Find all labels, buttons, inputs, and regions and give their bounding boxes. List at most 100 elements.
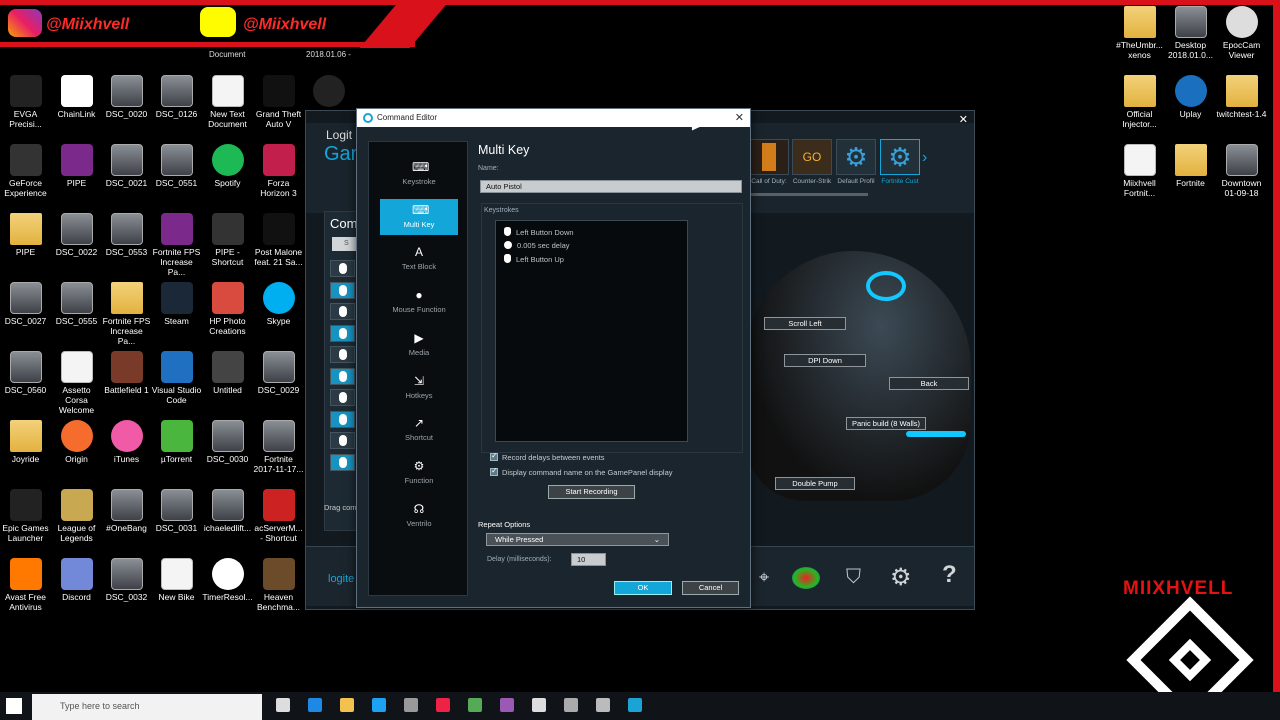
command-row[interactable] [330,324,355,342]
checkbox-checked[interactable] [490,466,498,476]
command-row[interactable] [330,260,355,277]
close-icon[interactable]: ✕ [735,109,744,127]
desktop-icon[interactable]: Downtown 01-09-18 [1216,144,1267,212]
command-row[interactable] [330,367,355,385]
help-icon[interactable]: ? [942,561,957,589]
taskbar-app-icon[interactable] [340,698,354,712]
taskbar-app-icon[interactable] [308,698,322,712]
desktop-icon[interactable]: Battlefield 1 [101,351,152,419]
desktop-icon[interactable]: DSC_0551 [151,144,202,212]
desktop-icon[interactable]: #TheUmbr... xenos [1114,6,1165,74]
desktop-icon[interactable]: DSC_0032 [101,558,152,626]
repeat-select[interactable]: While Pressed ⌄ [486,533,669,546]
desktop-icon[interactable]: PIPE [0,213,51,281]
desktop-icon[interactable]: ChainLink [51,75,102,143]
desktop-icon[interactable]: Desktop 2018.01.0... [1165,6,1216,74]
taskbar-app-icon[interactable] [436,698,450,712]
sidebar-item-multi-key[interactable]: ⌨ Multi Key [380,198,458,235]
desktop-icon[interactable]: DSC_0560 [0,351,51,419]
taskbar-app-icon[interactable] [532,698,546,712]
desktop-icon[interactable]: DSC_0031 [151,489,202,557]
keystroke-row[interactable]: 0.005 sec delay [504,240,570,250]
keystrokes-list[interactable]: Left Button Down 0.005 sec delay Left Butt… [495,220,688,442]
command-row[interactable] [330,346,355,363]
desktop-icon[interactable]: DSC_0126 [151,75,202,143]
desktop-icon[interactable]: twitchtest-1.4 [1216,75,1267,143]
ghub-close-icon[interactable]: ✕ [959,113,968,126]
desktop-icon[interactable]: EpocCam Viewer [1216,6,1267,74]
sidebar-item-media[interactable]: ▶ Media [380,327,458,363]
desktop-icon[interactable]: Skype [253,282,304,350]
checkbox-checked[interactable] [490,451,498,461]
sidebar-item-function[interactable]: ⚙ Function [380,455,458,491]
desktop-icon[interactable]: Heaven Benchma... [253,558,304,626]
desktop-icon[interactable]: New Bike [151,558,202,626]
profile-default[interactable]: ⚙ [836,139,876,175]
desktop-icon[interactable]: Discord [51,558,102,626]
heatmap-icon[interactable] [792,567,820,589]
desktop-icon[interactable]: TimerResol... [202,558,253,626]
taskbar-app-icon[interactable] [500,698,514,712]
sidebar-item-mouse-function[interactable]: ● Mouse Function [380,284,458,320]
panic-build-button[interactable]: Panic build (8 Walls) [846,417,926,430]
desktop-icon[interactable]: Fortnite FPS Increase Pa... [151,213,202,281]
desktop-icon[interactable]: PIPE [51,144,102,212]
taskbar-app-icon[interactable] [628,698,642,712]
name-field[interactable]: Auto Pistol [480,180,742,193]
taskbar-app-icon[interactable] [564,698,578,712]
sidebar-item-ventrilo[interactable]: ☊ Ventrilo [380,498,458,534]
desktop-icon[interactable]: ichaeledlift... [202,489,253,557]
wolf-icon[interactable]: ⛉ [846,566,861,589]
sidebar-item-shortcut[interactable]: ↗ Shortcut [380,412,458,448]
desktop-icon[interactable]: Visual Studio Code [151,351,202,419]
taskbar-app-icon[interactable] [276,698,290,712]
desktop-icon[interactable]: Epic Games Launcher [0,489,51,557]
desktop-icon[interactable]: Avast Free Antivirus [0,558,51,626]
desktop-icon[interactable]: µTorrent [151,420,202,488]
desktop-icon[interactable]: DSC_0021 [101,144,152,212]
desktop-icon[interactable]: Fortnite FPS Increase Pa... [101,282,152,350]
sidebar-item-text-block[interactable]: A Text Block [380,241,458,277]
profile-scrollbar[interactable] [751,193,868,196]
profile-csgo[interactable]: GO [792,139,832,175]
device-icon[interactable]: ⌖ [759,567,769,588]
scroll-left-button[interactable]: Scroll Left [764,317,846,330]
sidebar-item-keystroke[interactable]: ⌨ Keystroke [380,156,458,192]
desktop-icon[interactable]: Joyride [0,420,51,488]
desktop-icon[interactable]: Official Injector... [1114,75,1165,143]
desktop-icon[interactable]: HP Photo Creations [202,282,253,350]
record-delays-checkbox[interactable]: Record delays between events [490,451,605,462]
profile-scroll-right-icon[interactable]: › [922,149,927,167]
desktop-icon[interactable]: Grand Theft Auto V [253,75,304,143]
desktop-icon[interactable]: Fortnite 2017-11-17... [253,420,304,488]
taskbar-app-icon[interactable] [468,698,482,712]
desktop-icon[interactable]: Origin [51,420,102,488]
desktop-icon[interactable]: DSC_0030 [202,420,253,488]
taskbar-app-icon[interactable] [372,698,386,712]
desktop-icon[interactable]: PIPE - Shortcut [202,213,253,281]
settings-gear-icon[interactable]: ⚙ [890,563,912,592]
desktop-icon[interactable]: Post Malone feat. 21 Sa... [253,213,304,281]
desktop-icon[interactable]: New Text Document [202,75,253,143]
desktop-icon[interactable]: #OneBang [101,489,152,557]
profile-cod[interactable] [749,139,789,175]
command-row[interactable] [330,410,355,428]
command-row[interactable] [330,389,355,406]
command-row[interactable] [330,453,355,471]
desktop-icon[interactable]: DSC_0020 [101,75,152,143]
sidebar-item-hotkeys[interactable]: ⇲ Hotkeys [380,370,458,406]
desktop-icon[interactable]: League of Legends [51,489,102,557]
command-row[interactable] [330,281,355,299]
desktop-icon[interactable]: EVGA Precisi... [0,75,51,143]
desktop-icon[interactable]: DSC_0553 [101,213,152,281]
desktop-icon[interactable]: Fortnite [1165,144,1216,212]
ok-button[interactable]: OK [614,581,672,595]
dpi-down-button[interactable]: DPI Down [784,354,866,367]
desktop-icon[interactable]: DSC_0029 [253,351,304,419]
profile-fortnite[interactable]: ⚙ [880,139,920,175]
desktop-icon[interactable]: Untitled [202,351,253,419]
desktop-icon[interactable]: DSC_0555 [51,282,102,350]
desktop-icon[interactable]: Steam [151,282,202,350]
start-button[interactable] [6,698,22,714]
cancel-button[interactable]: Cancel [682,581,739,595]
